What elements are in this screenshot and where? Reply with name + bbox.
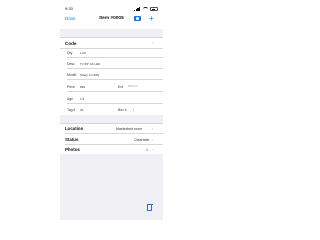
location-value[interactable]: Masterbed room <box>116 127 142 131</box>
wifi-icon <box>143 7 148 11</box>
box-chevron-icon[interactable]: › <box>133 108 134 112</box>
location-label: Location <box>65 126 84 131</box>
tag-field[interactable]: 32 <box>80 108 83 112</box>
status-label: Status <box>65 137 79 142</box>
field-label: Qty <box>67 51 73 55</box>
status-time: 9:33 <box>65 6 73 11</box>
chevron-right-icon[interactable]: › <box>152 137 153 142</box>
status-bar: 9:33 <box>60 6 163 12</box>
chevron-right-icon[interactable]: › <box>152 40 153 45</box>
price-field[interactable]: 899 <box>80 85 85 89</box>
field-label: Age <box>67 97 74 101</box>
field-label: Tag # <box>67 108 76 112</box>
field-label: Model <box>67 73 77 77</box>
desc-field[interactable]: TV 65" 4K LED <box>80 62 100 66</box>
code-label: Code <box>65 41 77 46</box>
qty-field[interactable]: 1.00 <box>80 51 86 55</box>
app-screen: 9:33 Done Item #0005 + Code › Qty 1.00 D… <box>60 0 163 220</box>
section-spacer <box>60 29 163 37</box>
photos-label: Photos <box>65 147 80 152</box>
age-field[interactable]: 1.5 <box>80 97 84 101</box>
chevron-right-icon[interactable]: › <box>152 126 153 131</box>
box-label: Box # <box>118 108 127 112</box>
trash-icon[interactable] <box>146 203 153 211</box>
photos-count[interactable]: 1 <box>146 148 148 152</box>
ext-value: $899.00 <box>128 85 138 88</box>
status-indicators <box>134 7 158 11</box>
section-spacer <box>60 115 163 123</box>
status-value[interactable]: Clearable <box>134 138 149 142</box>
camera-icon[interactable] <box>134 16 141 21</box>
battery-icon <box>150 7 158 11</box>
model-field[interactable]: Sharp LC-65N <box>80 73 99 77</box>
plus-icon[interactable]: + <box>149 14 154 23</box>
ext-label: Ext <box>118 85 123 89</box>
chevron-right-icon[interactable]: › <box>152 147 153 152</box>
field-label: Price <box>67 85 75 89</box>
navigation-bar: Done Item #0005 + <box>60 14 163 24</box>
signal-icon <box>134 7 141 11</box>
page-title: Item #0005 <box>99 15 124 21</box>
field-label: Desc <box>67 62 75 66</box>
